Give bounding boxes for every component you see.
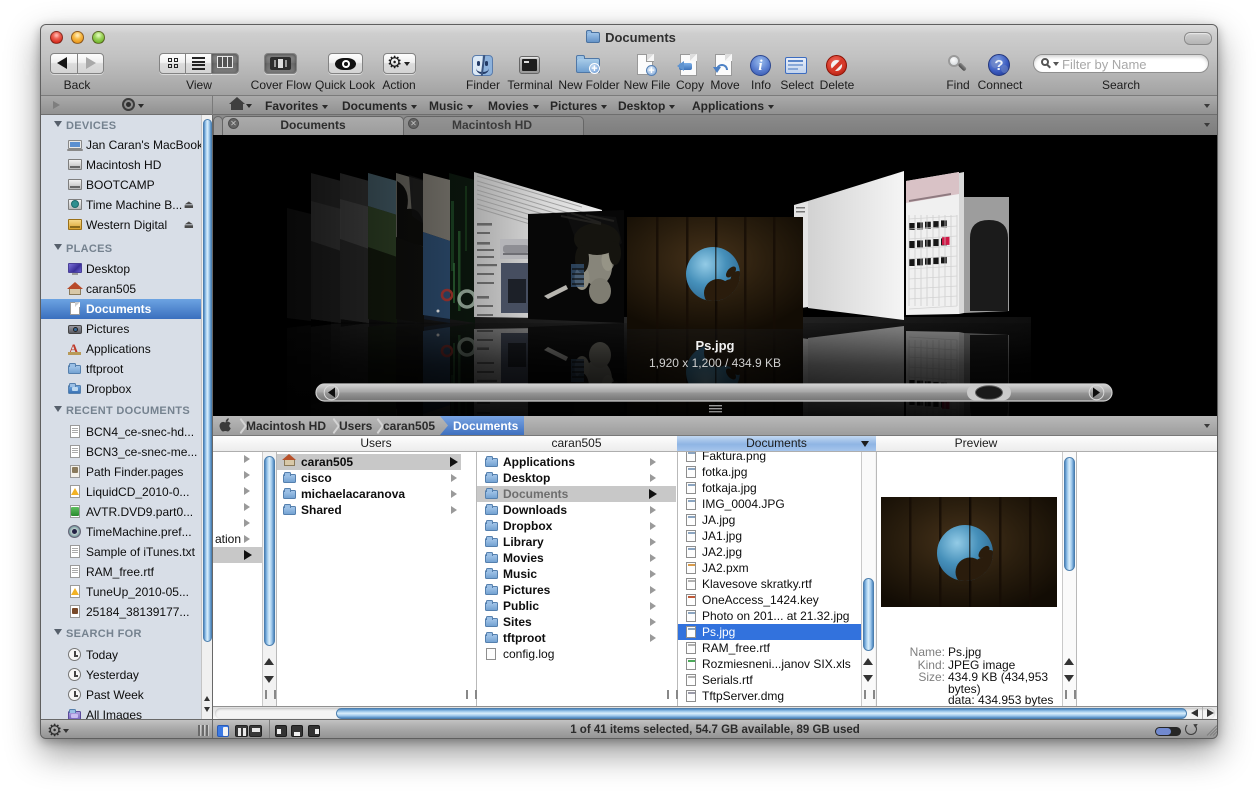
svg-text:1,920 x 1,200 / 434.9 KB: 1,920 x 1,200 / 434.9 KB	[649, 356, 781, 370]
svg-text:Ps.jpg: Ps.jpg	[695, 338, 734, 353]
